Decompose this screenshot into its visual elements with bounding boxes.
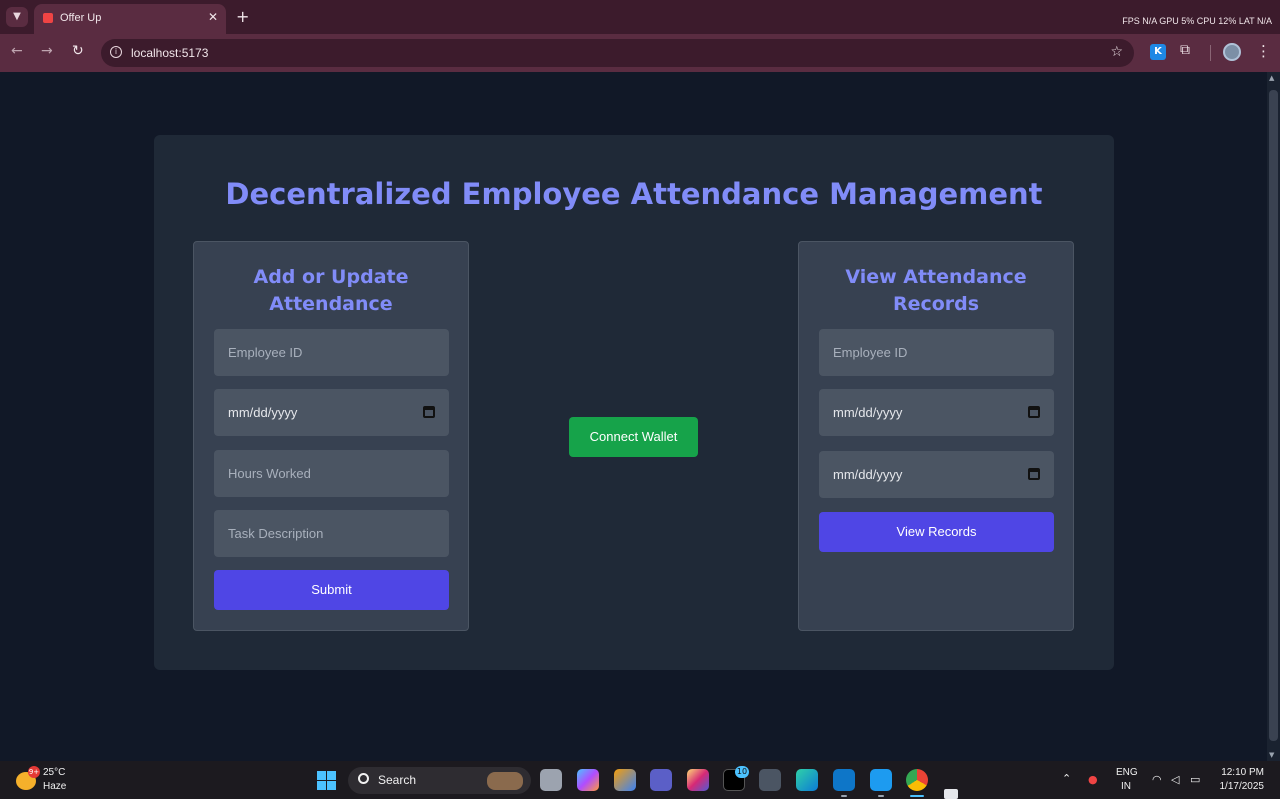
search-icon (358, 773, 369, 784)
windows-start-icon[interactable] (317, 771, 336, 790)
weather-badge: 9+ (28, 766, 40, 778)
page-title: Decentralized Employee Attendance Manage… (225, 177, 1043, 211)
hours-worked-input[interactable]: Hours Worked (214, 450, 449, 497)
toolbar-divider (1210, 45, 1211, 61)
page-scrollbar[interactable]: ▲ ▼ (1267, 72, 1280, 761)
calendar-icon[interactable] (423, 406, 435, 418)
task-description-input[interactable]: Task Description (214, 510, 449, 557)
battery-icon[interactable]: ▭ (1190, 773, 1200, 786)
new-tab-icon[interactable]: + (236, 7, 249, 26)
browser-tab-bar: ▼ Offer Up ✕ + FPS N/A GPU 5% CPU 12% LA… (0, 0, 1280, 34)
edge-icon[interactable] (796, 769, 818, 791)
volume-muted-icon[interactable]: ◁ (1171, 773, 1179, 786)
store-app-icon[interactable] (614, 769, 636, 791)
view-records-title: View Attendance Records (845, 266, 1027, 315)
tab-title: Offer Up (60, 12, 102, 24)
calendar-icon[interactable] (1028, 468, 1040, 480)
taskbar-search[interactable]: Search (348, 767, 531, 794)
browser-menu-icon[interactable]: ⋮ (1256, 42, 1271, 60)
add-attendance-panel: Add or Update Attendance Employee ID mm/… (193, 241, 469, 631)
instagram-icon[interactable] (687, 769, 709, 791)
start-date-input[interactable]: mm/dd/yyyy (819, 389, 1054, 436)
browser-tab[interactable]: Offer Up ✕ (34, 4, 226, 34)
calendar-icon[interactable] (1028, 406, 1040, 418)
profile-avatar[interactable] (1223, 43, 1241, 61)
os-taskbar: 9+ 25°C Haze Search 10 ⌃ ● ENG IN ◠ ◁ ▭ … (0, 761, 1280, 799)
end-date-placeholder: mm/dd/yyyy (833, 467, 903, 482)
taskbar-search-label: Search (378, 773, 417, 787)
clock-date[interactable]: 1/17/2025 (1220, 781, 1265, 792)
network-alert-icon[interactable]: ● (1088, 773, 1098, 786)
chrome-icon[interactable] (906, 769, 928, 791)
k-extension-icon[interactable]: K (1150, 44, 1166, 60)
browser-toolbar: ← → ↻ i localhost:5173 ☆ K ⧉ ⋮ (0, 34, 1280, 72)
submit-button[interactable]: Submit (214, 570, 449, 610)
back-icon[interactable]: ← (11, 43, 23, 59)
extensions-icon[interactable]: ⧉ (1180, 42, 1190, 58)
bookmark-star-icon[interactable]: ☆ (1110, 44, 1123, 60)
connect-wallet-button[interactable]: Connect Wallet (569, 417, 698, 457)
view-records-button[interactable]: View Records (819, 512, 1054, 552)
view-employee-id-placeholder: Employee ID (833, 345, 908, 360)
tab-close-icon[interactable]: ✕ (208, 10, 218, 24)
add-employee-id-input[interactable]: Employee ID (214, 329, 449, 376)
tab-search-button[interactable]: ▼ (6, 7, 28, 27)
copilot-icon[interactable] (577, 769, 599, 791)
tab-favicon-icon (43, 13, 53, 23)
docker-icon[interactable] (870, 769, 892, 791)
language-line1[interactable]: ENG (1116, 767, 1138, 778)
threads-badge: 10 (735, 766, 749, 778)
wifi-icon[interactable]: ◠ (1152, 773, 1162, 786)
add-date-placeholder: mm/dd/yyyy (228, 405, 298, 420)
unity-icon[interactable] (759, 769, 781, 791)
vscode-running-indicator (841, 795, 847, 797)
weather-description[interactable]: Haze (43, 781, 66, 792)
performance-overlay: FPS N/A GPU 5% CPU 12% LAT N/A (1122, 16, 1272, 26)
view-records-panel: View Attendance Records Employee ID mm/d… (798, 241, 1074, 631)
start-date-placeholder: mm/dd/yyyy (833, 405, 903, 420)
end-date-input[interactable]: mm/dd/yyyy (819, 451, 1054, 498)
hours-worked-placeholder: Hours Worked (228, 466, 311, 481)
reload-icon[interactable]: ↻ (72, 43, 84, 59)
scroll-thumb[interactable] (1269, 90, 1278, 741)
weather-temperature[interactable]: 25°C (43, 767, 65, 778)
search-highlight-image (487, 772, 523, 790)
docker-running-indicator (878, 795, 884, 797)
clock-time[interactable]: 12:10 PM (1221, 767, 1264, 778)
view-employee-id-input[interactable]: Employee ID (819, 329, 1054, 376)
task-view-icon[interactable] (540, 769, 562, 791)
task-description-placeholder: Task Description (228, 526, 324, 541)
language-line2[interactable]: IN (1121, 781, 1131, 792)
chrome-running-indicator (910, 795, 924, 797)
page-viewport: Decentralized Employee Attendance Manage… (0, 72, 1267, 761)
add-attendance-title: Add or Update Attendance (253, 266, 409, 315)
main-card: Decentralized Employee Attendance Manage… (154, 135, 1114, 670)
tray-overflow-icon[interactable]: ⌃ (1062, 772, 1071, 785)
snipping-tool-icon[interactable] (944, 789, 958, 799)
add-date-input[interactable]: mm/dd/yyyy (214, 389, 449, 436)
forward-icon[interactable]: → (41, 43, 53, 59)
site-info-icon[interactable]: i (110, 46, 122, 58)
teams-icon[interactable] (650, 769, 672, 791)
vscode-icon[interactable] (833, 769, 855, 791)
add-employee-id-placeholder: Employee ID (228, 345, 303, 360)
scroll-up-icon[interactable]: ▲ (1269, 74, 1274, 82)
address-bar[interactable]: i localhost:5173 ☆ (101, 39, 1134, 67)
scroll-down-icon[interactable]: ▼ (1269, 751, 1274, 759)
address-url[interactable]: localhost:5173 (131, 46, 208, 60)
